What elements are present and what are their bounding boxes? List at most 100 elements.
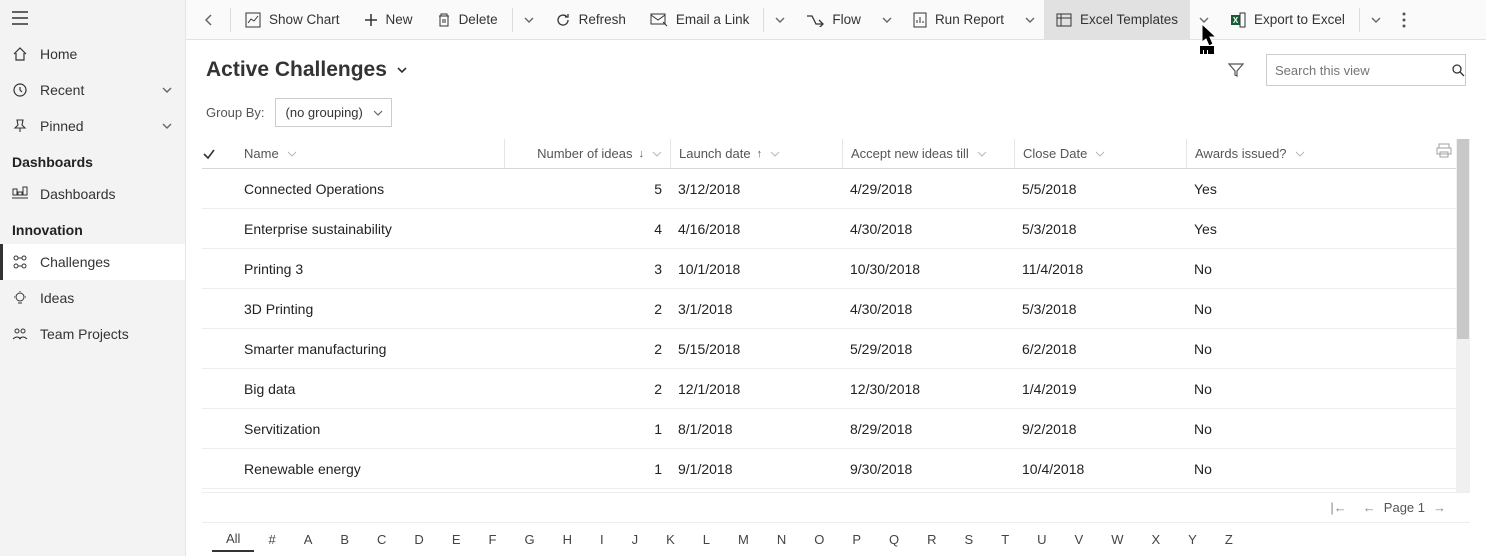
nav-ideas[interactable]: Ideas [0, 280, 185, 316]
export-dropdown[interactable] [1362, 0, 1390, 40]
scrollbar-thumb[interactable] [1457, 139, 1469, 339]
table-row[interactable]: Big data 2 12/1/2018 12/30/2018 1/4/2019… [202, 369, 1470, 409]
email-icon [650, 13, 668, 27]
hamburger-menu[interactable] [0, 0, 185, 36]
cell-awards: No [1186, 301, 1356, 317]
chevron-down-icon [1295, 149, 1305, 159]
excel-templates-dropdown[interactable] [1190, 0, 1218, 40]
col-accept-ideas[interactable]: Accept new ideas till [842, 139, 1014, 168]
table-row[interactable]: Printing 3 3 10/1/2018 10/30/2018 11/4/2… [202, 249, 1470, 289]
email-dropdown[interactable] [766, 0, 794, 40]
alpha-q[interactable]: Q [875, 528, 913, 551]
alpha-c[interactable]: C [363, 528, 400, 551]
cell-close: 9/2/2018 [1014, 421, 1186, 437]
col-launch-date[interactable]: Launch date↑ [670, 139, 842, 168]
alpha-y[interactable]: Y [1174, 528, 1211, 551]
nav-recent[interactable]: Recent [0, 72, 185, 108]
show-chart-button[interactable]: Show Chart [233, 0, 352, 40]
toolbar-label: Refresh [579, 12, 626, 27]
nav-home[interactable]: Home [0, 36, 185, 72]
cell-accept: 4/30/2018 [842, 221, 1014, 237]
alpha-s[interactable]: S [951, 528, 988, 551]
cell-num-ideas: 2 [504, 381, 670, 397]
alpha-b[interactable]: B [326, 528, 363, 551]
toolbar-label: New [386, 12, 413, 27]
nav-team-projects[interactable]: Team Projects [0, 316, 185, 352]
col-close-date[interactable]: Close Date [1014, 139, 1186, 168]
delete-button[interactable]: Delete [425, 0, 510, 40]
alpha-#[interactable]: # [254, 528, 289, 551]
alpha-z[interactable]: Z [1211, 528, 1247, 551]
alpha-t[interactable]: T [987, 528, 1023, 551]
alpha-u[interactable]: U [1023, 528, 1060, 551]
alpha-r[interactable]: R [913, 528, 950, 551]
run-report-button[interactable]: Run Report [901, 0, 1016, 40]
alpha-e[interactable]: E [438, 528, 475, 551]
alpha-i[interactable]: I [586, 528, 618, 551]
first-page[interactable]: |← [1330, 500, 1346, 515]
alpha-a[interactable]: A [290, 528, 327, 551]
section-dashboards-header: Dashboards [0, 144, 185, 176]
alpha-x[interactable]: X [1138, 528, 1175, 551]
alpha-n[interactable]: N [763, 528, 800, 551]
filter-button[interactable] [1218, 56, 1254, 84]
back-button[interactable] [190, 0, 228, 40]
alpha-d[interactable]: D [400, 528, 437, 551]
alpha-w[interactable]: W [1097, 528, 1137, 551]
toolbar-label: Email a Link [676, 12, 750, 27]
search-input[interactable] [1275, 63, 1451, 78]
cell-name: 3D Printing [236, 301, 504, 317]
nav-pinned[interactable]: Pinned [0, 108, 185, 144]
col-awards-issued[interactable]: Awards issued? [1186, 139, 1356, 168]
alpha-p[interactable]: P [838, 528, 875, 551]
select-all-checkbox[interactable] [202, 147, 236, 161]
print-icon[interactable] [1436, 143, 1452, 159]
email-link-button[interactable]: Email a Link [638, 0, 762, 40]
chevron-down-icon [373, 108, 383, 118]
table-row[interactable]: Smarter manufacturing 2 5/15/2018 5/29/2… [202, 329, 1470, 369]
cell-close: 1/4/2019 [1014, 381, 1186, 397]
prev-page[interactable]: ← [1363, 500, 1376, 515]
cell-num-ideas: 2 [504, 341, 670, 357]
alpha-g[interactable]: G [510, 528, 548, 551]
refresh-button[interactable]: Refresh [543, 0, 638, 40]
alpha-f[interactable]: F [474, 528, 510, 551]
groupby-select[interactable]: (no grouping) [275, 98, 392, 127]
flow-dropdown[interactable] [873, 0, 901, 40]
overflow-menu[interactable] [1390, 0, 1418, 40]
report-icon [913, 12, 927, 28]
scrollbar[interactable] [1456, 139, 1470, 492]
alpha-k[interactable]: K [652, 528, 689, 551]
table-row[interactable]: 3D Printing 2 3/1/2018 4/30/2018 5/3/201… [202, 289, 1470, 329]
new-button[interactable]: New [352, 0, 425, 40]
col-number-of-ideas[interactable]: Number of ideas↓ [504, 139, 670, 168]
table-row[interactable]: Renewable energy 1 9/1/2018 9/30/2018 10… [202, 449, 1470, 489]
delete-dropdown[interactable] [515, 0, 543, 40]
export-excel-button[interactable]: XExport to Excel [1218, 0, 1357, 40]
report-dropdown[interactable] [1016, 0, 1044, 40]
flow-button[interactable]: Flow [794, 0, 873, 40]
alpha-o[interactable]: O [800, 528, 838, 551]
nav-challenges[interactable]: Challenges [0, 244, 185, 280]
alpha-h[interactable]: H [549, 528, 586, 551]
table-row[interactable]: Enterprise sustainability 4 4/16/2018 4/… [202, 209, 1470, 249]
col-name[interactable]: Name [236, 139, 504, 168]
view-selector[interactable]: Active Challenges [206, 58, 409, 82]
cell-accept: 4/30/2018 [842, 301, 1014, 317]
next-page[interactable]: → [1433, 500, 1446, 515]
nav-dashboards[interactable]: Dashboards [0, 176, 185, 212]
alpha-all[interactable]: All [212, 527, 254, 552]
table-row[interactable]: Connected Operations 5 3/12/2018 4/29/20… [202, 169, 1470, 209]
flow-icon [806, 13, 824, 27]
table-row[interactable]: Servitization 1 8/1/2018 8/29/2018 9/2/2… [202, 409, 1470, 449]
nav-label: Dashboards [40, 186, 173, 202]
alpha-v[interactable]: V [1061, 528, 1098, 551]
chevron-down-icon [161, 120, 173, 132]
nav-label: Challenges [40, 254, 173, 270]
excel-templates-button[interactable]: Excel Templates [1044, 0, 1190, 40]
alpha-m[interactable]: M [724, 528, 763, 551]
alpha-j[interactable]: J [618, 528, 653, 551]
alpha-l[interactable]: L [689, 528, 724, 551]
search-box[interactable] [1266, 54, 1466, 86]
chevron-down-icon [161, 84, 173, 96]
